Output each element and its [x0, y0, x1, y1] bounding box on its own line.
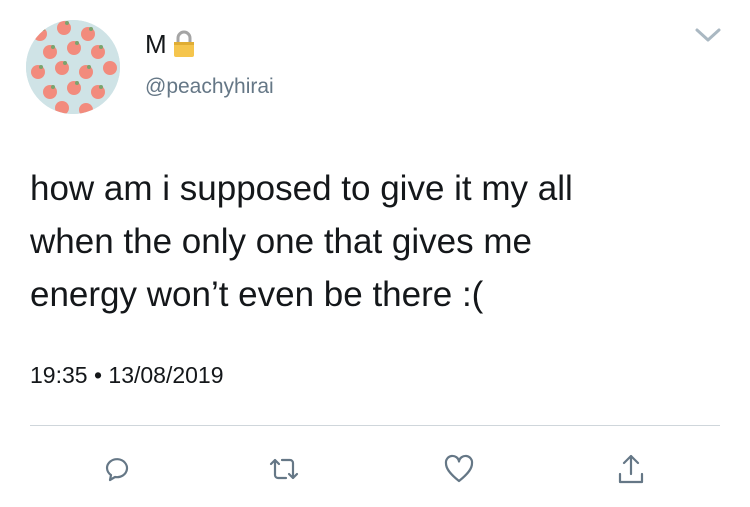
reply-button[interactable] [97, 449, 137, 489]
user-handle[interactable]: @peachyhirai [145, 75, 274, 99]
reply-icon [101, 453, 133, 485]
lock-icon [171, 30, 197, 58]
display-name-text: M [145, 29, 167, 59]
tweet-date: 13/08/2019 [108, 362, 224, 388]
avatar[interactable] [26, 20, 120, 114]
peach-pattern-image [26, 20, 120, 114]
retweet-icon [267, 455, 301, 483]
like-button[interactable] [439, 449, 479, 489]
chevron-down-icon[interactable] [694, 26, 722, 44]
timestamp-separator: • [93, 362, 103, 388]
tweet-timestamp[interactable]: 19:35 • 13/08/2019 [30, 360, 224, 390]
share-button[interactable] [611, 449, 651, 489]
share-icon [615, 452, 647, 486]
tweet-time: 19:35 [30, 362, 88, 388]
display-name[interactable]: M [145, 30, 197, 58]
retweet-button[interactable] [264, 449, 304, 489]
tweet-text: how am i supposed to give it my all when… [30, 169, 573, 314]
divider [30, 425, 720, 426]
heart-icon [443, 454, 475, 484]
